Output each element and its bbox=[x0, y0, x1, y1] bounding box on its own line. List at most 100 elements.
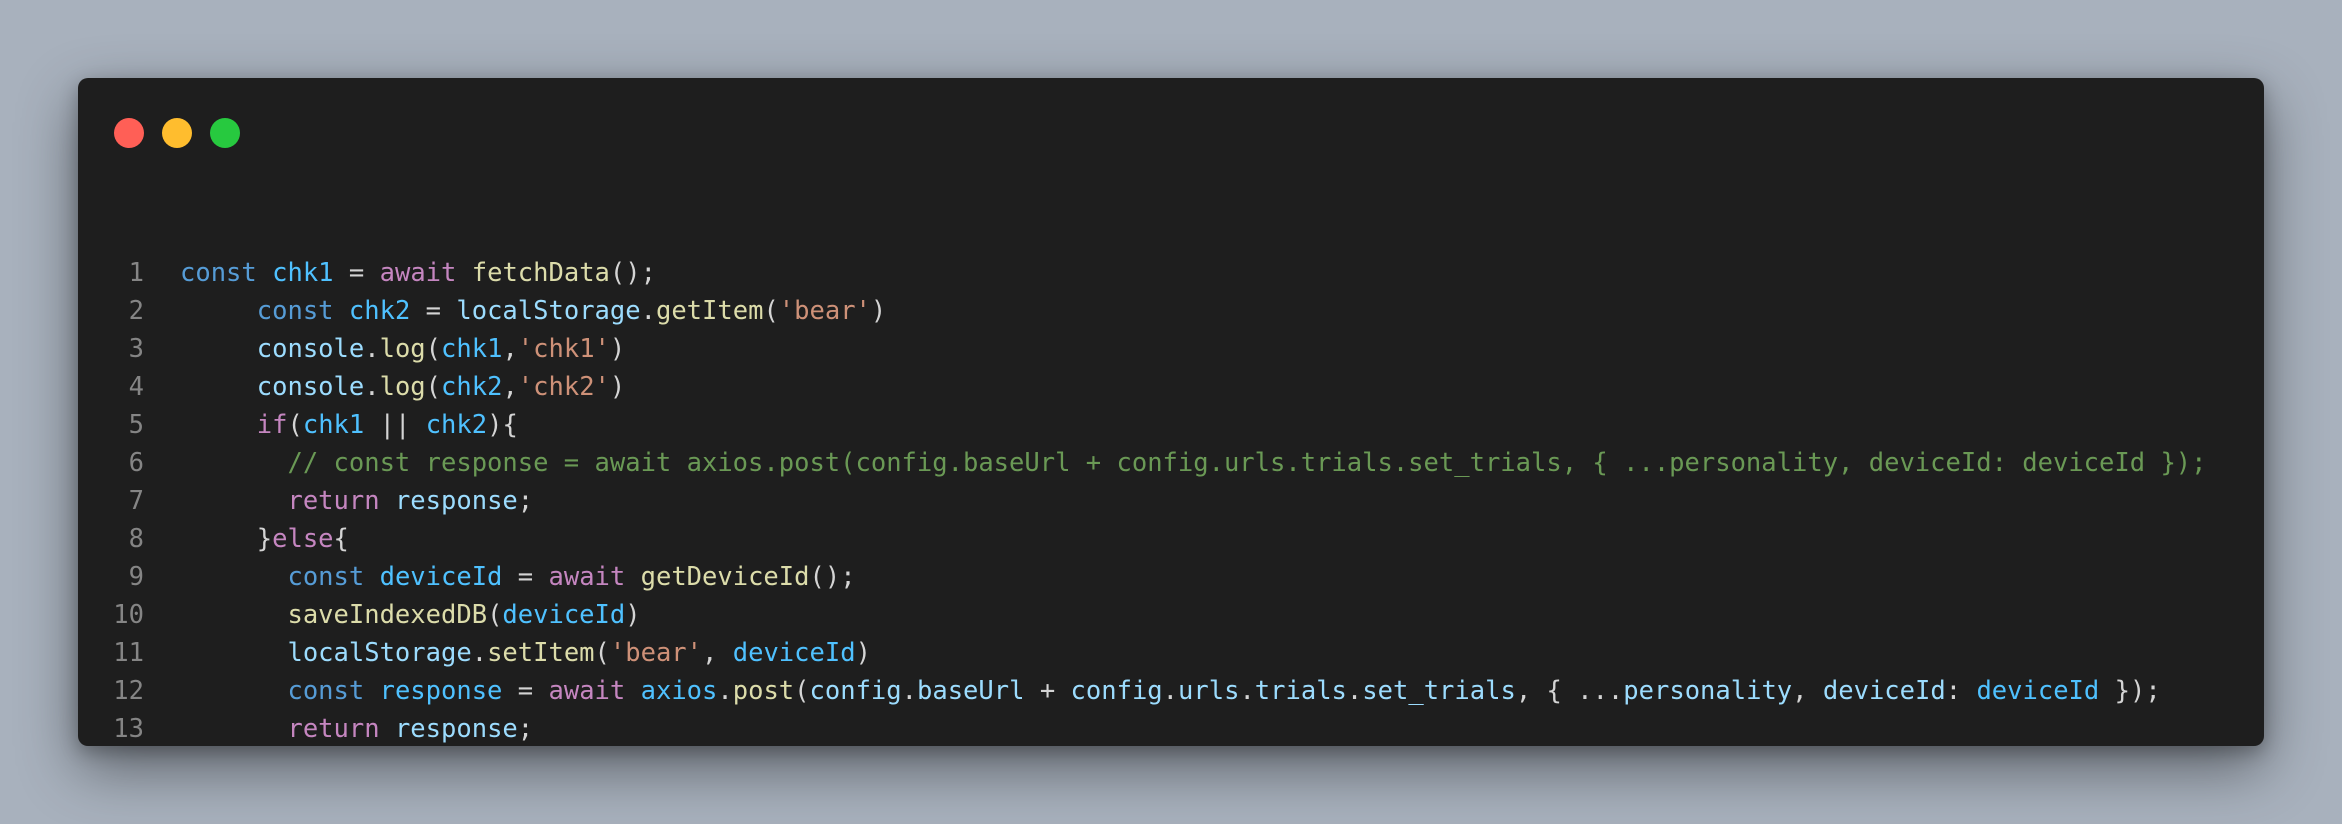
code-token: , bbox=[702, 638, 733, 668]
maximize-dot-icon[interactable] bbox=[210, 118, 240, 148]
line-number: 1 bbox=[128, 258, 144, 288]
line-number: 11 bbox=[113, 638, 144, 668]
code-token: ( bbox=[425, 372, 442, 402]
code-token: } bbox=[256, 524, 273, 554]
close-dot-icon[interactable] bbox=[114, 118, 144, 148]
code-text: return response; bbox=[180, 710, 533, 746]
code-token: await bbox=[379, 258, 457, 288]
code-token: . bbox=[1239, 676, 1255, 706]
code-token: = bbox=[333, 258, 380, 288]
code-token: : bbox=[1945, 676, 1977, 706]
code-token: . bbox=[364, 372, 380, 402]
code-token: . bbox=[471, 638, 488, 668]
code-text: console.log(chk2,'chk2') bbox=[180, 368, 626, 406]
code-line: 5 if(chk1 || chk2){ bbox=[78, 406, 2264, 444]
code-token: { bbox=[333, 524, 349, 554]
code-token: saveIndexedDB bbox=[287, 600, 488, 630]
code-token: response bbox=[394, 486, 518, 516]
code-token: (); bbox=[809, 562, 856, 592]
code-line: 11 localStorage.setItem('bear', deviceId… bbox=[78, 634, 2264, 672]
code-line: 3 console.log(chk1,'chk1') bbox=[78, 330, 2264, 368]
code-token: else bbox=[272, 524, 334, 554]
code-text: if(chk1 || chk2){ bbox=[180, 406, 518, 444]
code-text: }else{ bbox=[180, 520, 349, 558]
code-token: getDeviceId bbox=[640, 562, 810, 592]
code-token: 'chk1' bbox=[517, 334, 610, 364]
code-token: }); bbox=[2099, 676, 2161, 706]
code-token: personality bbox=[1623, 676, 1793, 706]
window-controls bbox=[114, 118, 240, 148]
code-window: 1 const chk1 = await fetchData(); 2 const … bbox=[78, 78, 2264, 746]
code-token: . bbox=[717, 676, 733, 706]
code-token: const bbox=[256, 296, 334, 326]
code-token: chk1 bbox=[441, 334, 503, 364]
code-line: 9 const deviceId = await getDeviceId(); bbox=[78, 558, 2264, 596]
code-token: ( bbox=[763, 296, 779, 326]
code-token: console bbox=[256, 334, 365, 364]
code-token: urls bbox=[1178, 676, 1240, 706]
code-token: . bbox=[640, 296, 656, 326]
code-token: deviceId bbox=[502, 600, 626, 630]
code-token: ) bbox=[625, 600, 641, 630]
code-token: = bbox=[502, 676, 549, 706]
code-token: log bbox=[379, 334, 426, 364]
line-number: 8 bbox=[128, 524, 144, 554]
code-token: chk1 bbox=[272, 258, 334, 288]
code-token: , bbox=[502, 334, 518, 364]
code-token: , bbox=[502, 372, 518, 402]
code-token: console bbox=[256, 372, 365, 402]
line-number: 7 bbox=[128, 486, 144, 516]
line-number: 12 bbox=[113, 676, 144, 706]
line-number: 13 bbox=[113, 714, 144, 744]
line-number: 3 bbox=[128, 334, 144, 364]
code-token: const bbox=[287, 676, 365, 706]
code-token: chk2 bbox=[425, 410, 488, 440]
line-number: 5 bbox=[128, 410, 144, 440]
code-token: ; bbox=[517, 714, 534, 744]
code-token: , { ... bbox=[1515, 676, 1624, 706]
code-text: return response; bbox=[180, 482, 533, 520]
code-token: baseUrl bbox=[917, 676, 1025, 706]
code-text: saveIndexedDB(deviceId) bbox=[180, 596, 641, 634]
code-token: ; bbox=[517, 486, 534, 516]
code-token: deviceId bbox=[379, 562, 503, 592]
code-token: = bbox=[410, 296, 457, 326]
minimize-dot-icon[interactable] bbox=[162, 118, 192, 148]
code-token: getItem bbox=[655, 296, 764, 326]
code-token: ( bbox=[794, 676, 810, 706]
code-line: 13 return response; bbox=[78, 710, 2264, 746]
code-token: ) bbox=[609, 372, 626, 402]
code-token: ) bbox=[870, 296, 887, 326]
code-text: localStorage.setItem('bear', deviceId) bbox=[180, 634, 870, 672]
code-token: await bbox=[548, 676, 626, 706]
code-line: 7 return response; bbox=[78, 482, 2264, 520]
line-number: 6 bbox=[128, 448, 144, 478]
code-token: ){ bbox=[487, 410, 518, 440]
code-line: 4 console.log(chk2,'chk2') bbox=[78, 368, 2264, 406]
line-number: 10 bbox=[113, 600, 144, 630]
code-token: if bbox=[256, 410, 288, 440]
code-line: 10 saveIndexedDB(deviceId) bbox=[78, 596, 2264, 634]
code-line: 2 const chk2 = localStorage.getItem('bea… bbox=[78, 292, 2264, 330]
code-token: // const response = await axios.post(con… bbox=[287, 448, 2207, 478]
code-line: 8 }else{ bbox=[78, 520, 2264, 558]
code-token: + bbox=[1024, 676, 1071, 706]
code-token: localStorage bbox=[287, 638, 472, 668]
code-token: localStorage bbox=[456, 296, 641, 326]
code-token: setItem bbox=[487, 638, 595, 668]
code-token: 'bear' bbox=[609, 638, 703, 668]
code-token: deviceId bbox=[1976, 676, 2100, 706]
code-token: . bbox=[1162, 676, 1179, 706]
